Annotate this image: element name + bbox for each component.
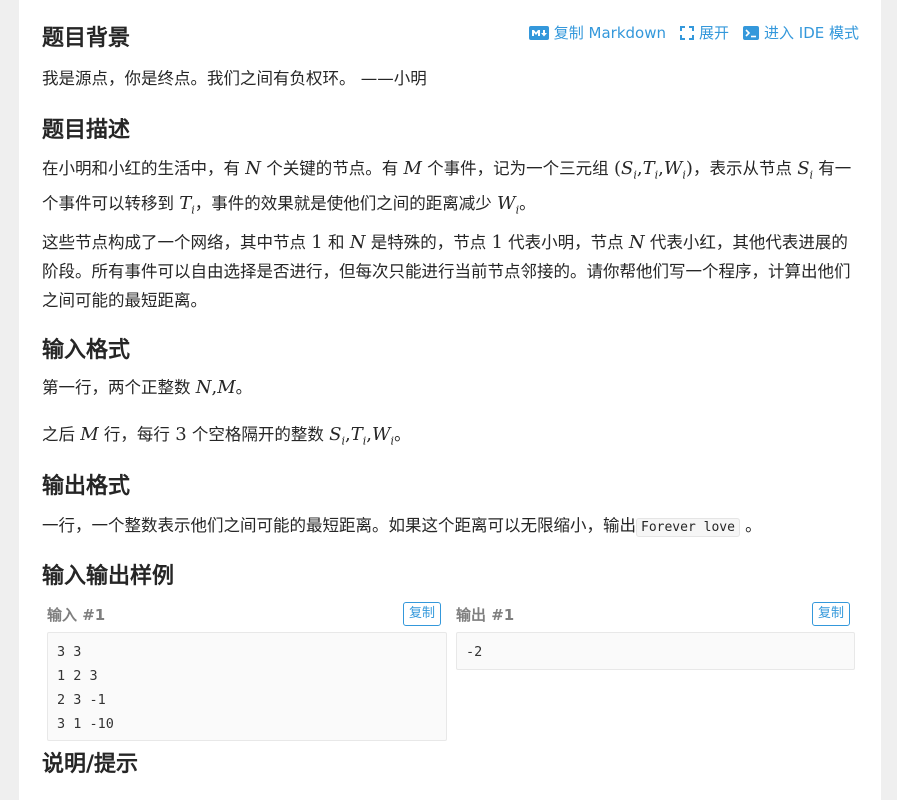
- description-paragraph-2: 这些节点构成了一个网络，其中节点 1 和 N 是特殊的，节点 1 代表小明，节点…: [42, 232, 851, 310]
- sample-input-line: 1 2 3: [57, 668, 98, 684]
- sample-input-line: 3 1 -10: [57, 716, 114, 732]
- copy-markdown-button[interactable]: 复制 Markdown: [528, 22, 666, 43]
- samples-title: 输入输出样例: [42, 564, 175, 589]
- inline-code: Forever love: [636, 518, 740, 537]
- background-text: 我是源点，你是终点。我们之间有负权环。 ——小明: [42, 69, 427, 88]
- input-format-title: 输入格式: [42, 338, 131, 363]
- copy-markdown-label: 复制 Markdown: [553, 24, 666, 42]
- description-paragraph-1: 在小明和小红的生活中，有 N 个关键的节点。有 M 个事件，记为一个三元组 (S…: [42, 158, 852, 217]
- expand-icon: [679, 25, 694, 40]
- sample-input-label: 输入 #1: [47, 606, 106, 624]
- output-format-text: 一行，一个整数表示他们之间可能的最短距离。如果这个距离可以无限缩小，输出 Fore…: [42, 516, 762, 537]
- input-format-line-1: 第一行，两个正整数 N,M。: [42, 377, 253, 398]
- input-format-line-2: 之后 M 行，每行 3 个空格隔开的整数 Si,Ti,Wi。: [42, 424, 411, 448]
- toolbar: 复制 Markdown 展开 进入 IDE 模式: [528, 22, 859, 43]
- hint-title: 说明/提示: [42, 752, 139, 777]
- ide-mode-label: 进入 IDE 模式: [764, 24, 859, 42]
- sample-input-box[interactable]: 3 3 1 2 3 2 3 -1 3 1 -10: [47, 632, 447, 741]
- copy-input-button[interactable]: 复制: [403, 602, 442, 626]
- expand-label: 展开: [698, 24, 729, 42]
- terminal-icon: [743, 25, 759, 40]
- sample-output-line: -2: [466, 644, 483, 660]
- problem-card: 复制 Markdown 展开 进入 IDE 模式 题目背景 我是源点，你是终点。…: [19, 0, 881, 800]
- description-title: 题目描述: [42, 118, 131, 143]
- sample-input-line: 2 3 -1: [57, 692, 106, 708]
- background-title: 题目背景: [42, 26, 131, 51]
- output-format-title: 输出格式: [42, 474, 131, 499]
- expand-button[interactable]: 展开: [679, 22, 729, 43]
- sample-output-box[interactable]: -2: [456, 632, 855, 670]
- markdown-icon: [528, 25, 549, 40]
- sample-output-label: 输出 #1: [456, 606, 515, 624]
- copy-output-button[interactable]: 复制: [812, 602, 851, 626]
- sample-input-line: 3 3: [57, 644, 82, 660]
- ide-mode-button[interactable]: 进入 IDE 模式: [743, 22, 859, 43]
